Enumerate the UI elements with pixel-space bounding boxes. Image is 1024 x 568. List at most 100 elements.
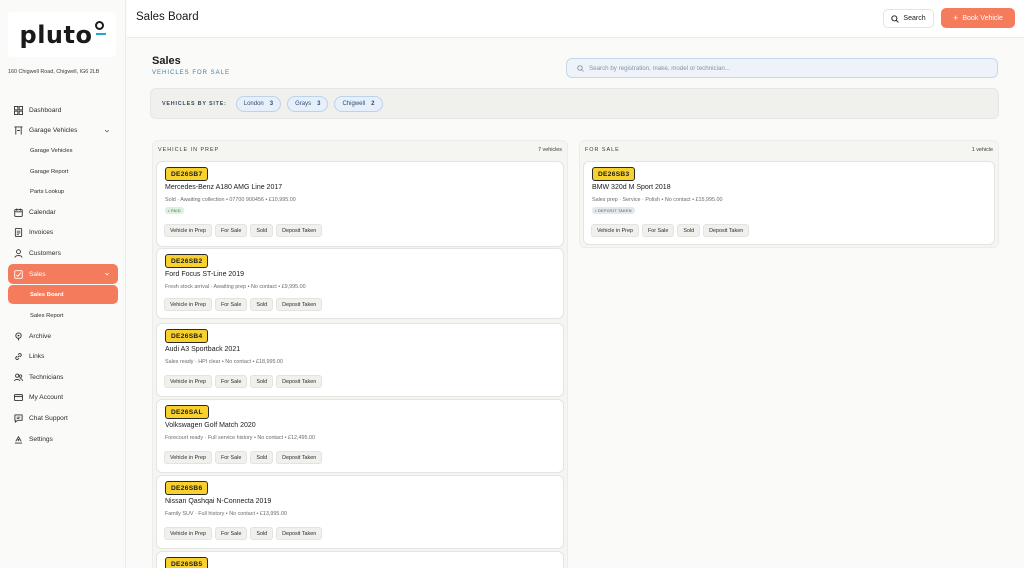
sidebar-item-garage-vehicles[interactable]: Garage Vehicles xyxy=(8,121,118,142)
status-badge: • PAID xyxy=(165,207,184,214)
vehicle-meta: Sales ready · HPI clear • No contact • £… xyxy=(165,359,283,365)
sold-button[interactable]: Sold xyxy=(677,224,701,237)
deposit-taken-button[interactable]: Deposit Taken xyxy=(276,451,323,464)
status-badge: • DEPOSIT TAKEN xyxy=(592,207,635,214)
sidebar-subitem-sales-board[interactable]: Sales Board xyxy=(8,285,118,305)
sold-button[interactable]: Sold xyxy=(250,298,274,311)
registration-plate: DE26SB4 xyxy=(165,329,209,343)
vehicle-meta: Forecourt ready · Full service history •… xyxy=(165,435,315,441)
sidebar-subitem-sales-report[interactable]: Sales Report xyxy=(8,305,118,325)
chevron-down-icon xyxy=(104,272,110,276)
card-actions: Vehicle in Prep For Sale Sold Deposit Ta… xyxy=(164,375,323,388)
site-address: 160 Chigwell Road, Chigwell, IG6 2LB xyxy=(8,69,100,75)
deposit-taken-button[interactable]: Deposit Taken xyxy=(276,224,323,237)
site-chip-london[interactable]: London 3 xyxy=(235,95,282,112)
registration-plate: DE26SB2 xyxy=(165,254,209,268)
sidebar-item-invoices[interactable]: Invoices xyxy=(8,223,118,244)
vehicle-in-prep-button[interactable]: Vehicle in Prep xyxy=(164,527,212,540)
column-for-sale: FOR SALE 1 vehicle DE26SB3 BMW 320d M Sp… xyxy=(579,140,999,248)
vehicle-in-prep-button[interactable]: Vehicle in Prep xyxy=(164,375,212,388)
top-bar: Sales Board Search + Book Vehicle xyxy=(127,0,1024,38)
sidebar-item-dashboard[interactable]: Dashboard xyxy=(8,100,118,121)
link-icon xyxy=(14,352,23,361)
vehicle-card[interactable]: DE26SB3 BMW 320d M Sport 2018 Sales prep… xyxy=(583,161,995,245)
user-icon xyxy=(14,249,23,258)
card-actions: Vehicle in Prep For Sale Sold Deposit Ta… xyxy=(164,527,323,540)
sidebar-item-label: Chat Support xyxy=(29,414,68,422)
column-header: FOR SALE 1 vehicle xyxy=(585,147,993,153)
sidebar-item-settings[interactable]: Settings xyxy=(8,429,118,450)
site-name: Chigwell xyxy=(342,100,366,107)
sidebar-item-label: Dashboard xyxy=(29,106,62,114)
sold-button[interactable]: Sold xyxy=(250,451,274,464)
settings-icon xyxy=(14,435,23,444)
for-sale-button[interactable]: For Sale xyxy=(214,224,248,237)
vehicles-by-site-bar: VEHICLES BY SITE: London 3 Grays 3 Chigwel… xyxy=(150,88,999,119)
site-count: 2 xyxy=(371,100,375,107)
vehicle-in-prep-button[interactable]: Vehicle in Prep xyxy=(591,224,639,237)
for-sale-button[interactable]: For Sale xyxy=(214,298,248,311)
vehicle-in-prep-button[interactable]: Vehicle in Prep xyxy=(164,224,212,237)
vehicle-card[interactable]: DE26SB4 Audi A3 Sportback 2021 Sales rea… xyxy=(156,323,564,397)
vehicle-card[interactable]: DE26SB7 Mercedes-Benz A180 AMG Line 2017… xyxy=(156,161,564,247)
registration-plate: DE26SAL xyxy=(165,405,209,419)
sidebar-item-technicians[interactable]: Technicians xyxy=(8,367,118,388)
sold-button[interactable]: Sold xyxy=(250,527,274,540)
logo-text: pluto xyxy=(19,20,93,49)
sold-button[interactable]: Sold xyxy=(250,224,274,237)
deposit-taken-button[interactable]: Deposit Taken xyxy=(703,224,750,237)
search-button-label: Search xyxy=(903,15,926,22)
grid-icon xyxy=(14,105,23,115)
sold-button[interactable]: Sold xyxy=(250,375,274,388)
search-icon xyxy=(891,14,900,23)
sidebar-item-customers[interactable]: Customers xyxy=(8,243,118,264)
for-sale-button[interactable]: For Sale xyxy=(214,527,248,540)
for-sale-button[interactable]: For Sale xyxy=(214,375,248,388)
technicians-icon xyxy=(14,373,23,382)
deposit-taken-button[interactable]: Deposit Taken xyxy=(276,375,323,388)
column-title: VEHICLE IN PREP xyxy=(158,147,220,153)
vehicle-card[interactable]: DE26SAL Volkswagen Golf Match 2020 Forec… xyxy=(156,399,564,473)
sidebar-item-my-account[interactable]: My Account xyxy=(8,388,118,409)
vehicle-card[interactable]: DE26SB6 Nissan Qashqai N-Connecta 2019 F… xyxy=(156,475,564,549)
sidebar-subitem-garage-vehicles[interactable]: Garage Vehicles xyxy=(8,141,118,161)
sidebar-item-links[interactable]: Links xyxy=(8,346,118,367)
sidebar: pluto 160 Chigwell Road, Chigwell, IG6 2… xyxy=(0,0,126,568)
vehicle-card[interactable]: DE26SB5 xyxy=(156,551,564,568)
deposit-taken-button[interactable]: Deposit Taken xyxy=(276,298,323,311)
site-chip-chigwell[interactable]: Chigwell 2 xyxy=(334,95,383,112)
registration-plate: DE26SB6 xyxy=(165,481,209,495)
sidebar-item-sales[interactable]: Sales xyxy=(8,263,118,285)
sidebar-item-chat-support[interactable]: Chat Support xyxy=(8,408,118,429)
sidebar-item-archive[interactable]: Archive xyxy=(8,326,118,347)
vehicle-name: Audi A3 Sportback 2021 xyxy=(165,346,241,353)
card-actions: Vehicle in Prep For Sale Sold Deposit Ta… xyxy=(164,298,323,311)
vehicle-name: Volkswagen Golf Match 2020 xyxy=(165,422,256,429)
search-placeholder: Search by registration, make, model or t… xyxy=(589,64,731,72)
vehicle-in-prep-button[interactable]: Vehicle in Prep xyxy=(164,451,212,464)
logo[interactable]: pluto xyxy=(8,12,116,57)
sidebar-item-calendar[interactable]: Calendar xyxy=(8,202,118,223)
for-sale-button[interactable]: For Sale xyxy=(641,224,675,237)
vehicle-in-prep-button[interactable]: Vehicle in Prep xyxy=(164,298,212,311)
chevron-down-icon xyxy=(104,129,110,133)
search-button[interactable]: Search xyxy=(883,9,934,28)
book-vehicle-button[interactable]: + Book Vehicle xyxy=(941,8,1015,28)
registration-plate: DE26SB3 xyxy=(592,167,636,181)
vehicle-name: Mercedes-Benz A180 AMG Line 2017 xyxy=(165,184,283,191)
sidebar-nav: Dashboard Garage Vehicles Garage Vehicle… xyxy=(8,100,118,449)
vehicle-search-input[interactable]: Search by registration, make, model or t… xyxy=(566,58,998,78)
site-chip-grays[interactable]: Grays 3 xyxy=(287,95,329,112)
card-actions: Vehicle in Prep For Sale Sold Deposit Ta… xyxy=(164,224,323,237)
sidebar-subitem-parts-lookup[interactable]: Parts Lookup xyxy=(8,182,118,202)
page-subtitle: VEHICLES FOR SALE xyxy=(152,70,231,76)
plus-icon: + xyxy=(953,12,959,23)
sidebar-subitem-garage-report[interactable]: Garage Report xyxy=(8,161,118,181)
vehicle-card[interactable]: DE26SB2 Ford Focus ST-Line 2019 Fresh st… xyxy=(156,248,564,319)
deposit-taken-button[interactable]: Deposit Taken xyxy=(276,527,323,540)
site-name: London xyxy=(243,100,264,107)
for-sale-button[interactable]: For Sale xyxy=(214,451,248,464)
sidebar-item-label: Customers xyxy=(29,250,61,258)
search-icon xyxy=(577,64,584,72)
sidebar-item-label: Garage Vehicles xyxy=(29,127,78,135)
